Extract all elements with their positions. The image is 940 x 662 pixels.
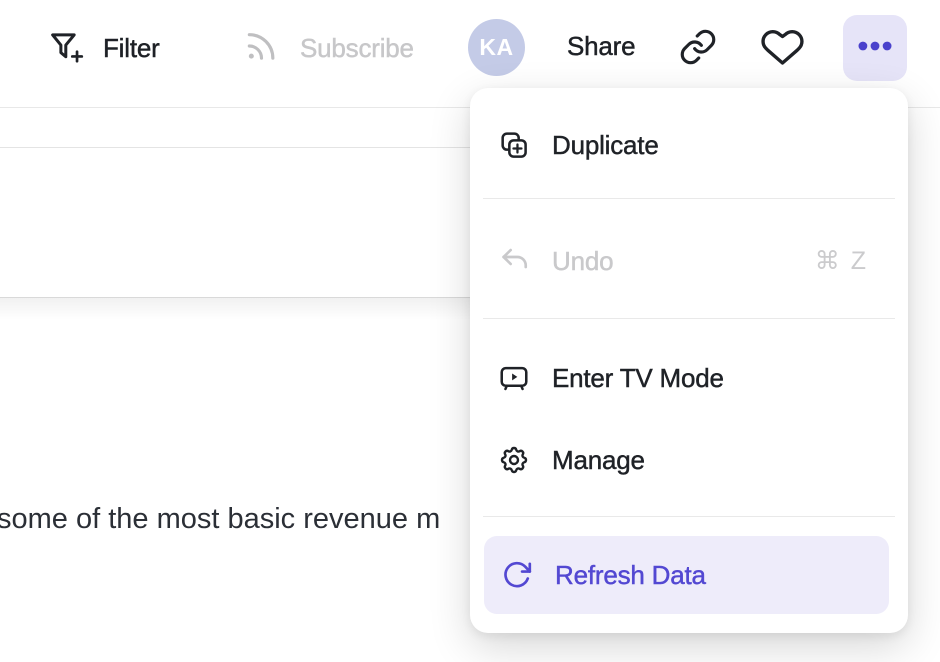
menu-item-manage[interactable]: Manage (470, 430, 908, 490)
manage-label: Manage (552, 445, 645, 476)
card-bottom-shadow (0, 298, 470, 320)
rss-icon (241, 26, 281, 71)
avatar[interactable]: KA (468, 19, 525, 76)
menu-item-refresh-data[interactable]: Refresh Data (484, 536, 889, 614)
menu-divider (483, 318, 895, 319)
filter-button[interactable]: Filter (46, 27, 160, 70)
more-options-button[interactable] (843, 15, 907, 81)
gear-icon (498, 444, 530, 476)
menu-divider (483, 516, 895, 517)
subscribe-button[interactable]: Subscribe (241, 26, 414, 71)
filter-label: Filter (103, 33, 160, 64)
menu-divider (483, 198, 895, 199)
undo-label: Undo (552, 246, 613, 277)
favorite-button[interactable] (760, 24, 805, 74)
duplicate-label: Duplicate (552, 130, 659, 161)
subscribe-label: Subscribe (300, 33, 414, 64)
enter-tv-mode-label: Enter TV Mode (552, 363, 724, 394)
menu-item-undo[interactable]: Undo ⌘ Z (470, 231, 908, 291)
undo-shortcut: ⌘ Z (815, 246, 868, 276)
menu-item-duplicate[interactable]: Duplicate (470, 115, 908, 175)
tv-mode-icon (498, 362, 530, 394)
avatar-initials: KA (479, 34, 513, 61)
refresh-icon (501, 559, 533, 591)
more-options-menu: Duplicate Undo ⌘ Z Enter TV Mode (470, 88, 908, 633)
refresh-data-label: Refresh Data (555, 560, 706, 591)
link-icon (678, 27, 718, 72)
copy-link-button[interactable] (678, 27, 718, 72)
heart-icon (760, 24, 805, 74)
share-button[interactable]: Share (567, 31, 635, 62)
filter-plus-icon (46, 27, 84, 70)
menu-item-enter-tv-mode[interactable]: Enter TV Mode (470, 348, 908, 408)
subheader-divider (0, 147, 470, 148)
duplicate-icon (498, 129, 530, 161)
ellipsis-icon (853, 24, 897, 73)
undo-icon (498, 245, 530, 277)
